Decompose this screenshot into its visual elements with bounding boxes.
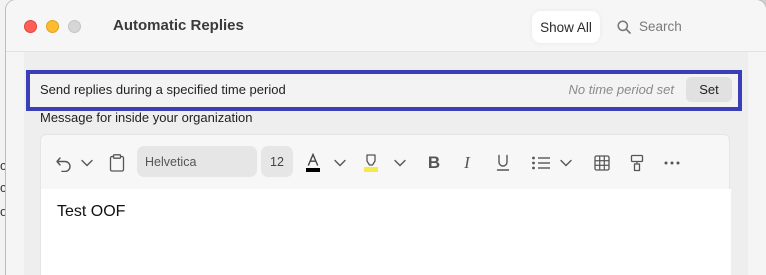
format-painter-icon[interactable] bbox=[627, 149, 647, 177]
automatic-replies-window: Automatic Replies Show All Search Send r… bbox=[6, 0, 766, 275]
time-period-label: Send replies during a specified time per… bbox=[40, 82, 286, 97]
bold-icon[interactable]: B bbox=[424, 149, 444, 177]
clipboard-icon[interactable] bbox=[107, 149, 127, 177]
zoom-window-button[interactable] bbox=[68, 20, 81, 33]
message-editor: Helvetica 12 B I Test OOF bbox=[40, 134, 731, 275]
chevron-down-icon[interactable] bbox=[332, 149, 348, 177]
search-field[interactable]: Search bbox=[639, 19, 682, 34]
italic-icon[interactable]: I bbox=[457, 149, 477, 177]
minimize-window-button[interactable] bbox=[46, 20, 59, 33]
highlight-icon[interactable] bbox=[361, 149, 381, 177]
bullet-list-icon[interactable] bbox=[530, 149, 552, 177]
font-color-icon[interactable] bbox=[303, 149, 323, 177]
message-body-area[interactable]: Test OOF bbox=[41, 189, 731, 275]
table-icon[interactable] bbox=[592, 149, 612, 177]
time-period-status: No time period set bbox=[568, 82, 675, 97]
time-period-row: Send replies during a specified time per… bbox=[26, 70, 742, 111]
undo-icon[interactable] bbox=[53, 149, 75, 177]
more-icon[interactable] bbox=[661, 149, 683, 177]
show-all-button[interactable]: Show All bbox=[532, 11, 600, 43]
close-window-button[interactable] bbox=[24, 20, 37, 33]
chevron-down-icon[interactable] bbox=[558, 149, 574, 177]
title-bar: Automatic Replies Show All Search bbox=[6, 0, 766, 52]
message-body-text[interactable]: Test OOF bbox=[57, 203, 125, 221]
chevron-down-icon[interactable] bbox=[392, 149, 408, 177]
set-time-period-button[interactable]: Set bbox=[686, 77, 732, 102]
font-size-select[interactable]: 12 bbox=[261, 146, 293, 177]
chevron-down-icon[interactable] bbox=[79, 149, 95, 177]
search-icon[interactable] bbox=[617, 20, 631, 34]
underline-icon[interactable] bbox=[493, 149, 513, 177]
font-family-select[interactable]: Helvetica bbox=[137, 146, 257, 177]
formatting-toolbar: Helvetica 12 B I bbox=[41, 135, 731, 189]
window-title: Automatic Replies bbox=[113, 17, 244, 34]
message-section-label: Message for inside your organization bbox=[40, 110, 253, 125]
